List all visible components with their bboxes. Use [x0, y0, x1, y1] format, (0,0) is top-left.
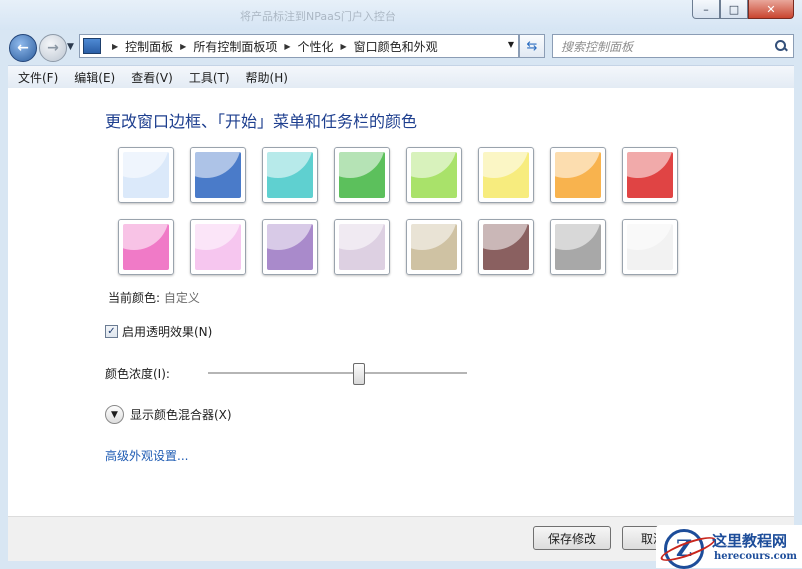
arrow-left-icon: ← [17, 40, 29, 56]
chevron-right-icon[interactable]: ▶ [180, 42, 186, 51]
refresh-button[interactable]: ⇆ [519, 34, 545, 58]
menu-bar: 文件(F) 编辑(E) 查看(V) 工具(T) 帮助(H) [8, 65, 794, 89]
arrow-right-icon: → [47, 40, 59, 56]
menu-file[interactable]: 文件(F) [18, 69, 58, 86]
transparency-option[interactable]: ✓ 启用透明效果(N) [105, 323, 212, 340]
window-controls: – □ ✕ [692, 0, 794, 19]
watermark-title: 这里教程网 [712, 532, 788, 550]
menu-view[interactable]: 查看(V) [131, 69, 173, 86]
color-swatch-slate[interactable] [550, 219, 606, 275]
watermark: Z 这里教程网 herecours.com [656, 525, 802, 569]
chevron-down-icon[interactable]: ▼ [105, 405, 124, 424]
search-icon[interactable] [775, 40, 787, 52]
breadcrumb-window-color[interactable]: 窗口颜色和外观 [354, 38, 438, 55]
chevron-right-icon[interactable]: ▶ [284, 42, 290, 51]
color-mixer-label[interactable]: 显示颜色混合器(X) [130, 406, 232, 423]
main-content: 更改窗口边框、「开始」菜单和任务栏的颜色 当前颜色: 自定义 ✓ 启用透明效果(… [8, 88, 794, 516]
minimize-button[interactable]: – [692, 0, 720, 19]
color-swatch-twilight[interactable] [190, 147, 246, 203]
color-swatch-chocolate[interactable] [478, 219, 534, 275]
intensity-label: 颜色浓度(I): [105, 367, 170, 381]
chevron-right-icon[interactable]: ▶ [112, 42, 118, 51]
search-box[interactable]: 搜索控制面板 [552, 34, 794, 58]
search-input[interactable]: 搜索控制面板 [561, 38, 775, 55]
advanced-appearance-link[interactable]: 高级外观设置... [105, 447, 188, 464]
title-bar: 将产品标注到NPaaS门户入控台 – □ ✕ [0, 0, 802, 30]
intensity-slider-track[interactable] [208, 372, 467, 375]
save-button[interactable]: 保存修改 [533, 526, 611, 550]
color-swatch-ruby[interactable] [622, 147, 678, 203]
color-swatch-pumpkin[interactable] [550, 147, 606, 203]
color-swatch-leaf[interactable] [334, 147, 390, 203]
color-swatch-sea[interactable] [262, 147, 318, 203]
menu-edit[interactable]: 编辑(E) [74, 69, 115, 86]
watermark-url: herecours.com [714, 551, 798, 562]
maximize-button[interactable]: □ [720, 0, 748, 19]
page-title: 更改窗口边框、「开始」菜单和任务栏的颜色 [105, 112, 418, 131]
menu-tools[interactable]: 工具(T) [189, 69, 230, 86]
chevron-right-icon[interactable]: ▶ [341, 42, 347, 51]
current-color-value: 自定义 [163, 291, 200, 305]
color-swatch-lime[interactable] [406, 147, 462, 203]
recent-pages-dropdown[interactable]: ▼ [67, 42, 74, 52]
control-panel-icon [83, 38, 101, 54]
current-color-label: 当前颜色: [108, 291, 161, 305]
transparency-checkbox[interactable]: ✓ [105, 325, 118, 338]
color-swatch-taupe[interactable] [406, 219, 462, 275]
breadcrumb-personalization[interactable]: 个性化 [298, 38, 334, 55]
color-swatch-blush[interactable] [190, 219, 246, 275]
color-swatch-lavender[interactable] [334, 219, 390, 275]
color-swatch-sky[interactable] [118, 147, 174, 203]
menu-help[interactable]: 帮助(H) [246, 69, 288, 86]
close-button[interactable]: ✕ [748, 0, 794, 19]
window-title: 将产品标注到NPaaS门户入控台 [240, 10, 396, 23]
breadcrumb-all-items[interactable]: 所有控制面板项 [193, 38, 277, 55]
color-swatch-frost[interactable] [622, 219, 678, 275]
address-dropdown-icon[interactable]: ▼ [508, 40, 514, 49]
color-mixer-toggle[interactable]: ▼ 显示颜色混合器(X) [105, 405, 232, 424]
color-swatch-pumpkin-light[interactable] [478, 147, 534, 203]
forward-button[interactable]: → [39, 34, 67, 62]
color-swatch-fuchsia[interactable] [118, 219, 174, 275]
intensity-slider-thumb[interactable] [353, 363, 366, 385]
transparency-label[interactable]: 启用透明效果(N) [122, 323, 212, 340]
breadcrumb-control-panel[interactable]: 控制面板 [125, 38, 173, 55]
refresh-icon: ⇆ [526, 38, 538, 54]
color-swatch-violet[interactable] [262, 219, 318, 275]
address-bar[interactable]: ▶ 控制面板 ▶ 所有控制面板项 ▶ 个性化 ▶ 窗口颜色和外观 ▼ [79, 34, 519, 58]
navigation-bar: ← → ▼ ▶ 控制面板 ▶ 所有控制面板项 ▶ 个性化 ▶ 窗口颜色和外观 ▼… [0, 30, 802, 64]
current-color: 当前颜色: 自定义 [108, 289, 200, 306]
watermark-logo: Z [664, 529, 704, 569]
back-button[interactable]: ← [9, 34, 37, 62]
